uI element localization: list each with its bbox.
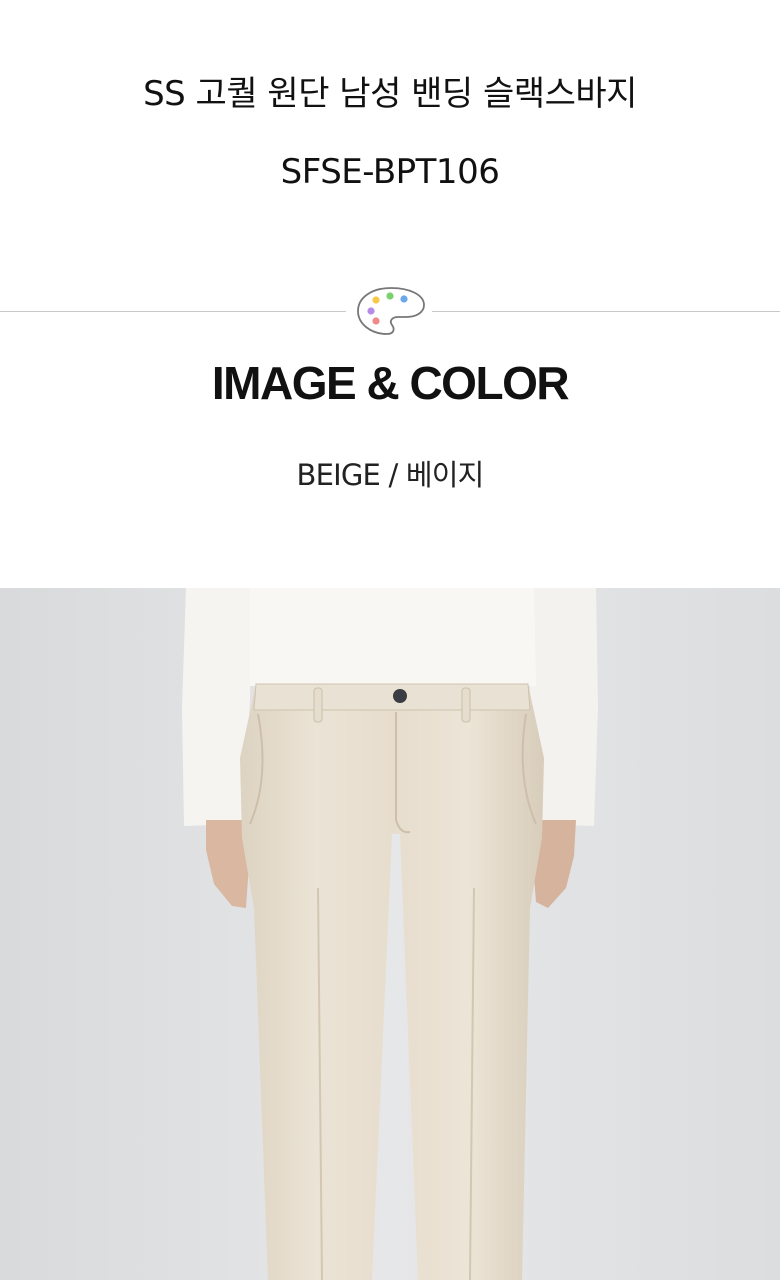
palette-icon [354, 284, 428, 338]
color-name: BEIGE / 베이지 [296, 458, 484, 492]
section-heading: IMAGE & COLOR [211, 357, 570, 409]
product-detail-page: SS 고퀄 원단 남성 밴딩 슬랙스바지 SFSE-BPT106 IMAGE &… [0, 0, 780, 1280]
divider-right [432, 311, 780, 312]
product-title: SS 고퀄 원단 남성 밴딩 슬랙스바지 [143, 74, 637, 114]
divider-left [0, 311, 346, 312]
product-photo [0, 588, 780, 1280]
product-code: SFSE-BPT106 [280, 152, 500, 192]
